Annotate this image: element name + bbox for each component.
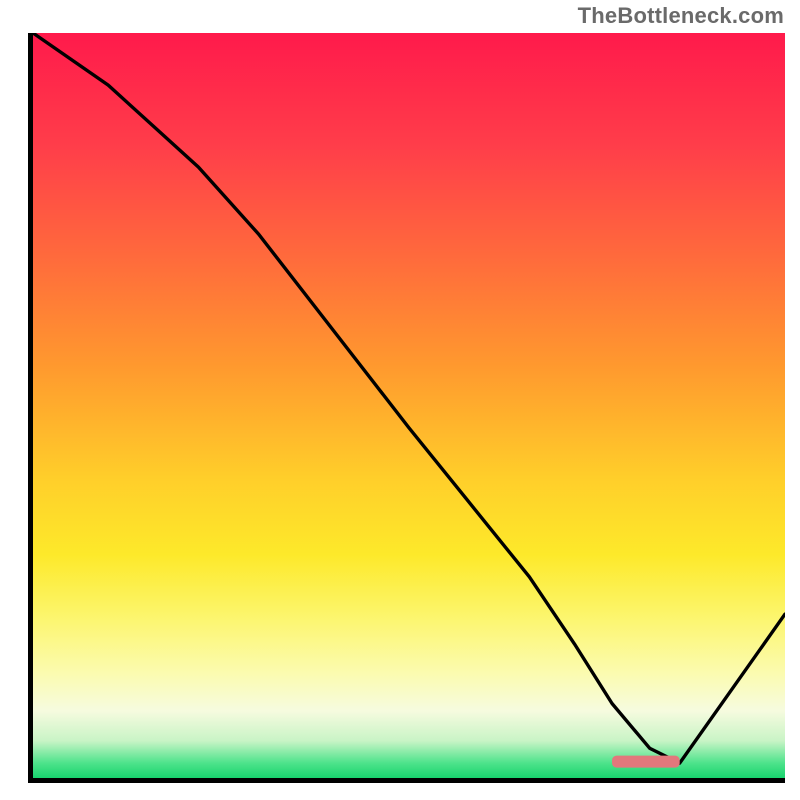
watermark-text: TheBottleneck.com: [578, 3, 784, 29]
plot-area: [28, 33, 785, 783]
bottleneck-chart: TheBottleneck.com: [0, 0, 800, 800]
heatmap-gradient-background: [33, 33, 785, 778]
